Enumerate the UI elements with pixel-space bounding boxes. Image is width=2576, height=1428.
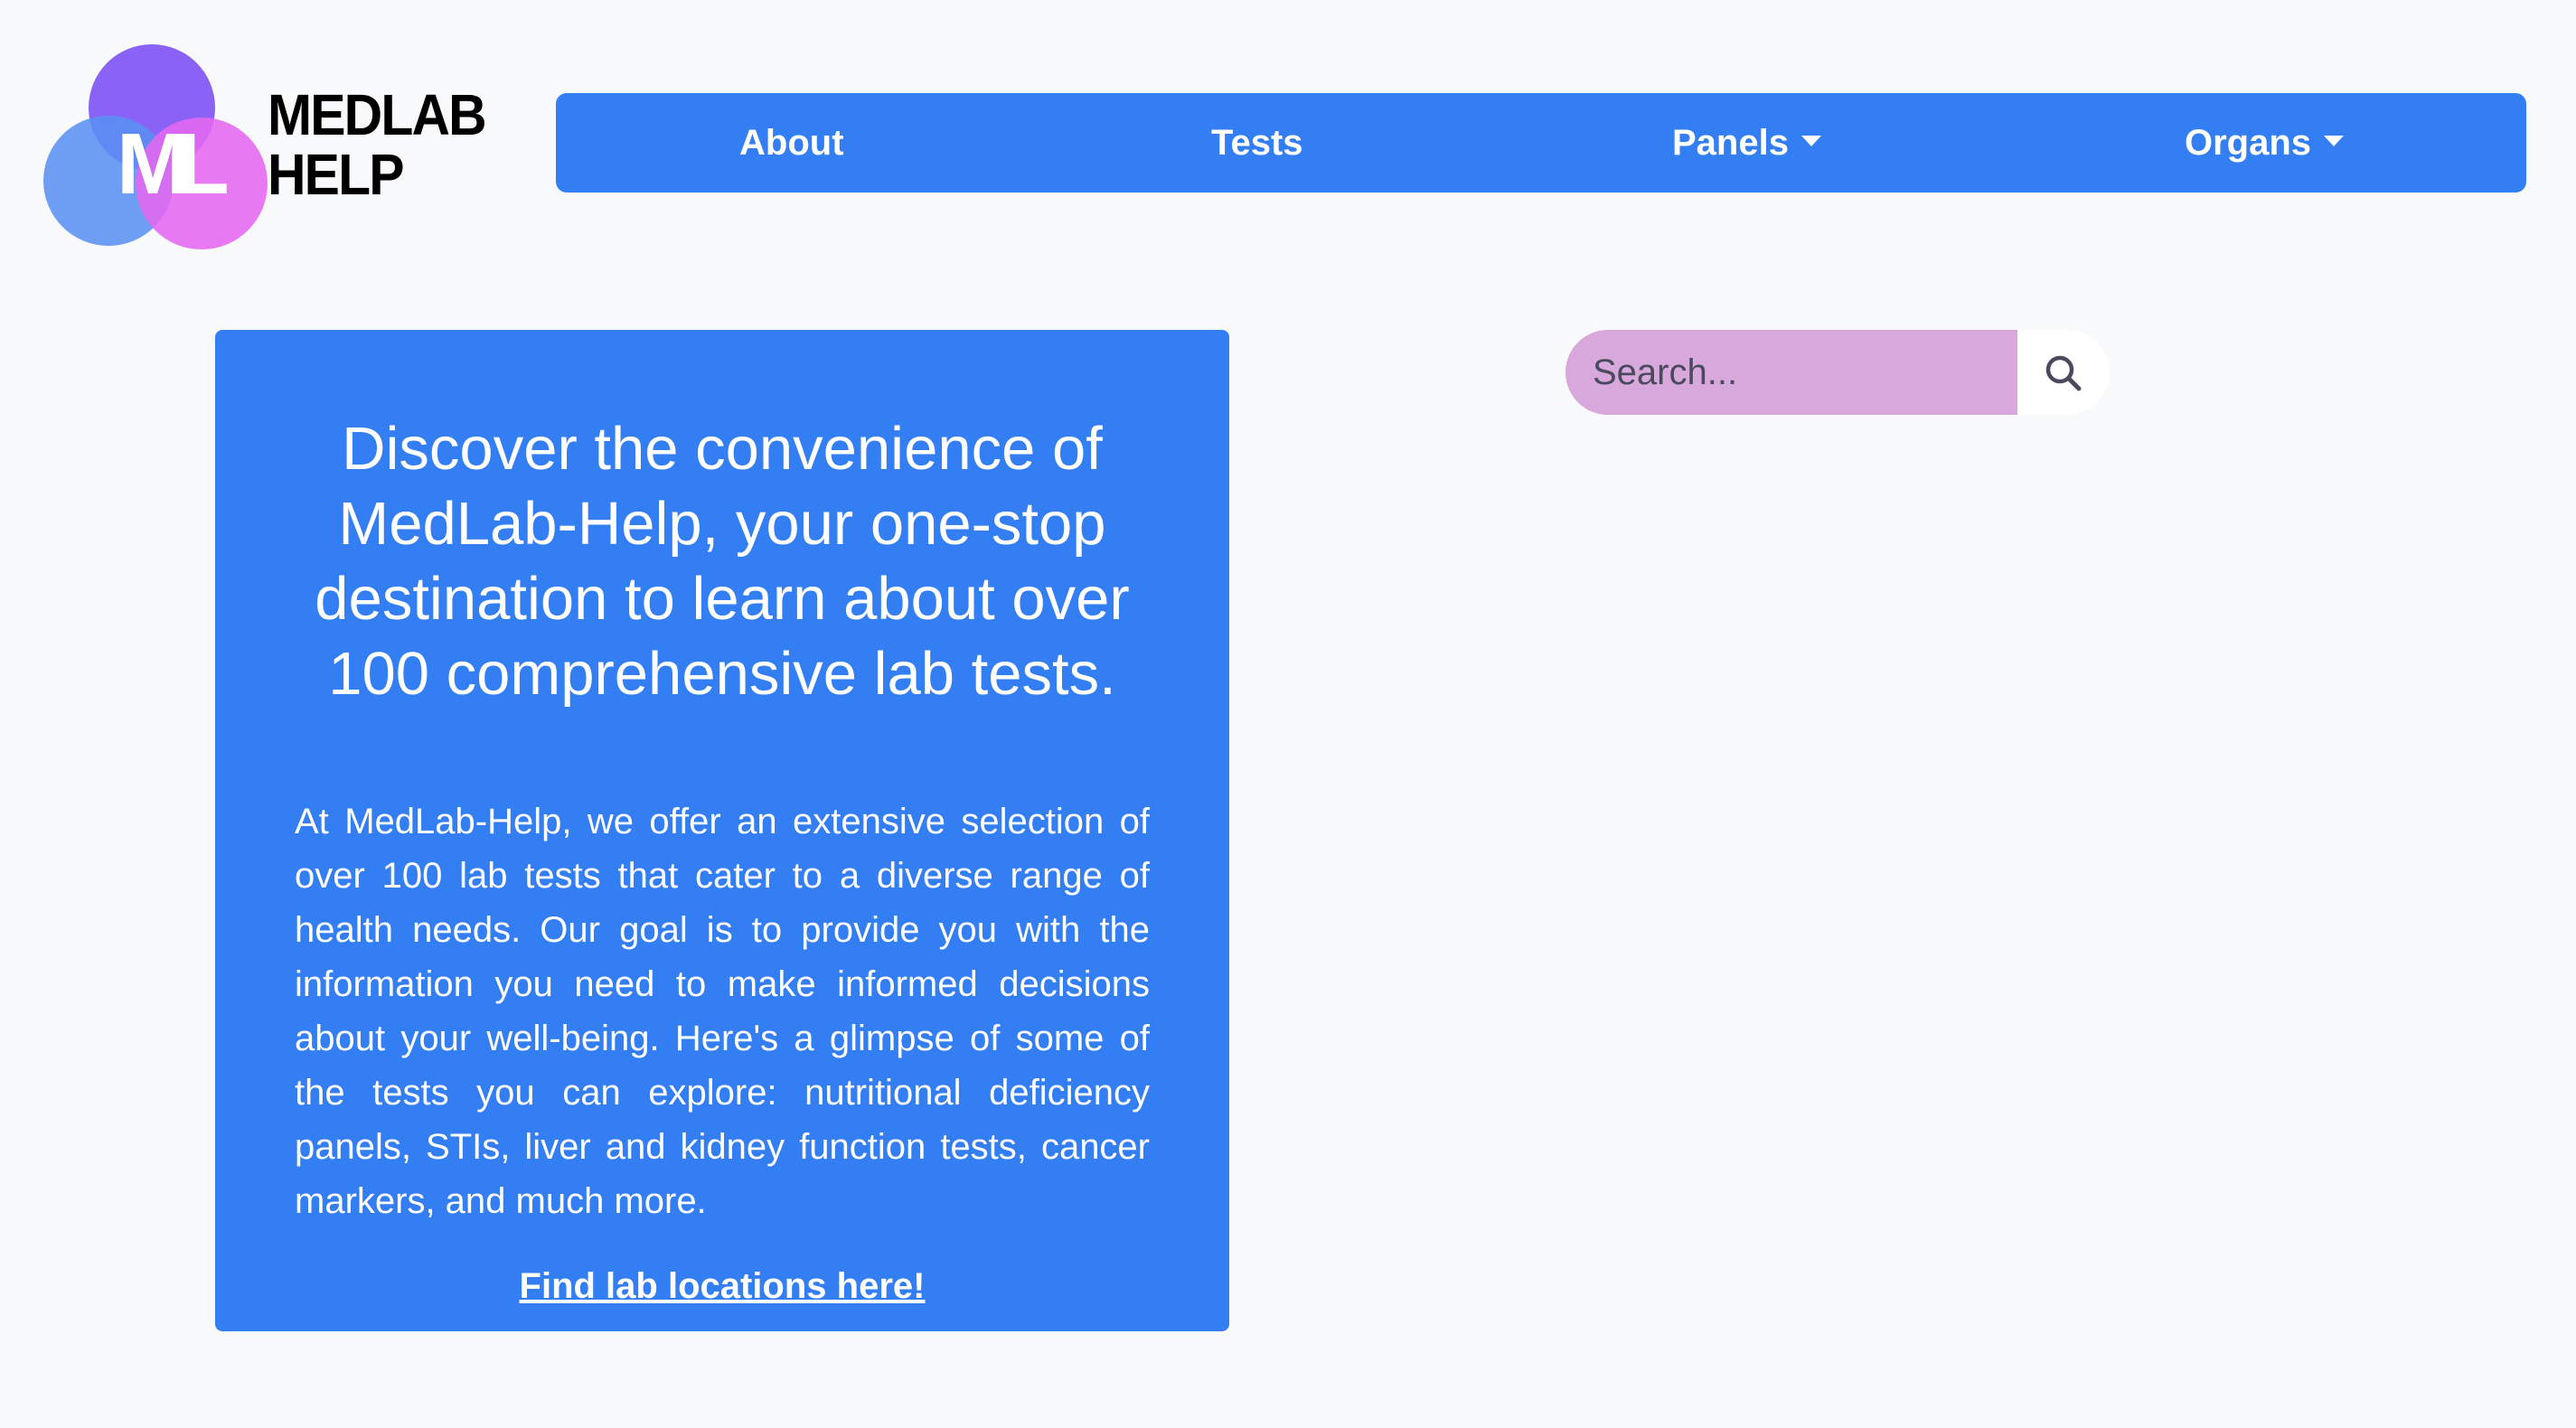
logo-circles-graphic: ML: [40, 40, 275, 249]
logo-wordmark-line1: MEDLAB: [268, 82, 487, 147]
nav-panels-dropdown[interactable]: Panels: [1672, 93, 1821, 193]
nav-tests-label: Tests: [1211, 123, 1303, 163]
find-lab-locations-link[interactable]: Find lab locations here!: [295, 1266, 1150, 1307]
hero-description: At MedLab-Help, we offer an extensive se…: [295, 802, 1150, 1221]
hero-card: Discover the convenience of MedLab-Help,…: [215, 330, 1229, 1331]
caret-down-icon: [1800, 136, 1821, 147]
logo-monogram: ML: [117, 116, 230, 212]
nav-about-link[interactable]: About: [739, 93, 844, 193]
nav-tests-link[interactable]: Tests: [1211, 93, 1303, 193]
logo-wordmark-line2: HELP: [268, 142, 405, 207]
nav-about-label: About: [739, 123, 844, 163]
hero-title: Discover the convenience of MedLab-Help,…: [315, 415, 1130, 708]
nav-panels-label: Panels: [1672, 123, 1789, 163]
caret-down-icon: [2324, 136, 2345, 147]
search-bar: [1565, 330, 2110, 415]
site-logo[interactable]: ML MEDLAB HELP: [40, 40, 492, 249]
search-input[interactable]: [1565, 330, 2017, 415]
search-button[interactable]: [2017, 330, 2110, 415]
logo-wordmark: MEDLAB HELP: [268, 82, 487, 207]
main-navbar: About Tests Panels Organs: [556, 93, 2526, 193]
nav-organs-dropdown[interactable]: Organs: [2185, 93, 2345, 193]
nav-organs-label: Organs: [2185, 123, 2312, 163]
search-icon: [2045, 355, 2082, 391]
